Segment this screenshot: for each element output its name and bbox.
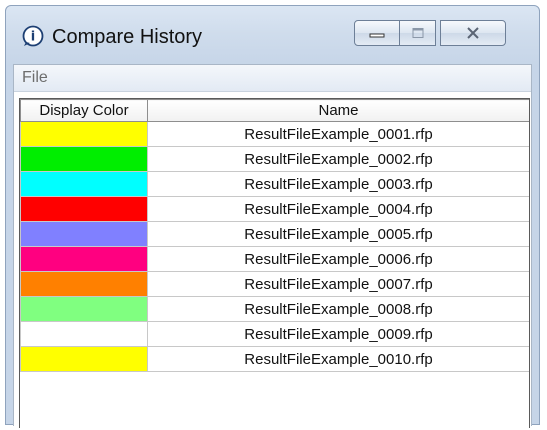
maximize-button[interactable] bbox=[400, 20, 436, 46]
window-title: Compare History bbox=[52, 26, 203, 48]
title-bar[interactable]: i Compare History bbox=[6, 6, 539, 64]
minimize-icon bbox=[369, 33, 385, 38]
file-name-cell[interactable]: ResultFileExample_0006.rfp bbox=[147, 246, 530, 272]
minimize-button[interactable] bbox=[354, 20, 400, 46]
close-icon bbox=[467, 27, 479, 39]
display-color-swatch[interactable] bbox=[20, 246, 148, 272]
column-header-display-color[interactable]: Display Color bbox=[20, 99, 148, 122]
display-color-swatch[interactable] bbox=[20, 321, 148, 347]
table-row[interactable]: ResultFileExample_0009.rfp bbox=[20, 321, 530, 347]
file-name-cell[interactable]: ResultFileExample_0005.rfp bbox=[147, 221, 530, 247]
table-row[interactable]: ResultFileExample_0007.rfp bbox=[20, 271, 530, 297]
file-name-cell[interactable]: ResultFileExample_0001.rfp bbox=[147, 121, 530, 147]
menu-file[interactable]: File bbox=[22, 69, 48, 87]
table-row[interactable]: ResultFileExample_0002.rfp bbox=[20, 146, 530, 172]
history-table: Display Color Name ResultFileExample_000… bbox=[20, 99, 530, 372]
file-name-cell[interactable]: ResultFileExample_0007.rfp bbox=[147, 271, 530, 297]
file-name-cell[interactable]: ResultFileExample_0010.rfp bbox=[147, 346, 530, 372]
display-color-swatch[interactable] bbox=[20, 346, 148, 372]
display-color-swatch[interactable] bbox=[20, 121, 148, 147]
table-row[interactable]: ResultFileExample_0006.rfp bbox=[20, 246, 530, 272]
file-name-cell[interactable]: ResultFileExample_0008.rfp bbox=[147, 296, 530, 322]
table-row[interactable]: ResultFileExample_0008.rfp bbox=[20, 296, 530, 322]
menu-bar: File bbox=[14, 65, 531, 92]
compare-history-window: i Compare History File Display Color Nam… bbox=[5, 5, 540, 428]
display-color-swatch[interactable] bbox=[20, 171, 148, 197]
table-row[interactable]: ResultFileExample_0001.rfp bbox=[20, 121, 530, 147]
window-client-area: File Display Color Name ResultFileExampl… bbox=[13, 64, 532, 428]
table-row[interactable]: ResultFileExample_0003.rfp bbox=[20, 171, 530, 197]
display-color-swatch[interactable] bbox=[20, 296, 148, 322]
svg-text:i: i bbox=[31, 30, 35, 45]
maximize-icon bbox=[412, 28, 423, 38]
close-button[interactable] bbox=[440, 20, 506, 46]
table-row[interactable]: ResultFileExample_0010.rfp bbox=[20, 346, 530, 372]
file-name-cell[interactable]: ResultFileExample_0002.rfp bbox=[147, 146, 530, 172]
info-question-icon: i bbox=[22, 25, 44, 47]
table-header-row: Display Color Name bbox=[20, 99, 530, 122]
file-name-cell[interactable]: ResultFileExample_0009.rfp bbox=[147, 321, 530, 347]
window-controls bbox=[354, 20, 532, 50]
column-header-name[interactable]: Name bbox=[147, 99, 530, 122]
display-color-swatch[interactable] bbox=[20, 221, 148, 247]
display-color-swatch[interactable] bbox=[20, 196, 148, 222]
file-name-cell[interactable]: ResultFileExample_0004.rfp bbox=[147, 196, 530, 222]
table-row[interactable]: ResultFileExample_0005.rfp bbox=[20, 221, 530, 247]
table-row[interactable]: ResultFileExample_0004.rfp bbox=[20, 196, 530, 222]
display-color-swatch[interactable] bbox=[20, 271, 148, 297]
file-name-cell[interactable]: ResultFileExample_0003.rfp bbox=[147, 171, 530, 197]
display-color-swatch[interactable] bbox=[20, 146, 148, 172]
